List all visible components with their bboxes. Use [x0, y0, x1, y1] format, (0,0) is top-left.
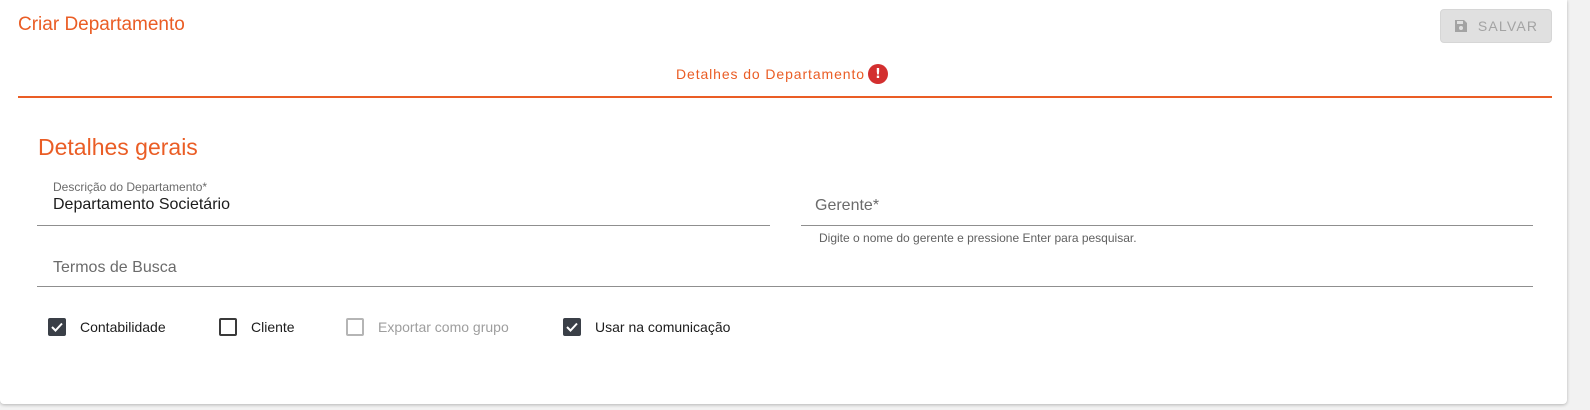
- tab-department-details[interactable]: Detalhes do Departamento !: [676, 64, 888, 84]
- department-description-field[interactable]: Descrição do Departamento* Departamento …: [37, 176, 770, 226]
- create-department-card: Criar Departamento SALVAR Detalhes do De…: [0, 0, 1567, 404]
- save-icon: [1454, 19, 1468, 33]
- search-terms-label: Termos de Busca: [53, 259, 177, 276]
- checkbox-checked-icon[interactable]: [48, 318, 66, 336]
- page-title: Criar Departamento: [18, 14, 185, 35]
- checkbox-usar-na-comunicacao[interactable]: Usar na comunicação: [563, 318, 730, 336]
- checkbox-unchecked-icon[interactable]: [219, 318, 237, 336]
- checkbox-exportar-como-grupo: Exportar como grupo: [346, 318, 509, 336]
- search-terms-field[interactable]: Termos de Busca: [37, 250, 1533, 287]
- section-title: Detalhes gerais: [38, 134, 198, 160]
- checkbox-label: Contabilidade: [80, 319, 166, 335]
- field-underline: [801, 225, 1533, 226]
- checkbox-contabilidade[interactable]: Contabilidade: [48, 318, 166, 336]
- error-icon: !: [867, 64, 888, 84]
- department-description-input[interactable]: Departamento Societário: [53, 196, 230, 214]
- save-button[interactable]: SALVAR: [1440, 9, 1552, 43]
- manager-field[interactable]: Gerente*: [801, 176, 1533, 226]
- tab-label: Detalhes do Departamento: [676, 66, 865, 82]
- checkbox-label: Usar na comunicação: [595, 319, 731, 335]
- checkbox-checked-icon[interactable]: [563, 318, 581, 336]
- department-description-label: Descrição do Departamento*: [53, 180, 208, 194]
- field-underline: [37, 286, 1533, 287]
- checkbox-label: Exportar como grupo: [378, 319, 509, 335]
- checkbox-cliente[interactable]: Cliente: [219, 318, 295, 336]
- checkbox-disabled-icon: [346, 318, 364, 336]
- manager-hint: Digite o nome do gerente e pressione Ent…: [819, 231, 1137, 245]
- checkbox-label: Cliente: [251, 319, 295, 335]
- field-underline: [37, 225, 770, 226]
- save-button-label: SALVAR: [1477, 18, 1539, 34]
- active-tab-indicator: [18, 96, 1552, 98]
- manager-label: Gerente*: [815, 197, 880, 214]
